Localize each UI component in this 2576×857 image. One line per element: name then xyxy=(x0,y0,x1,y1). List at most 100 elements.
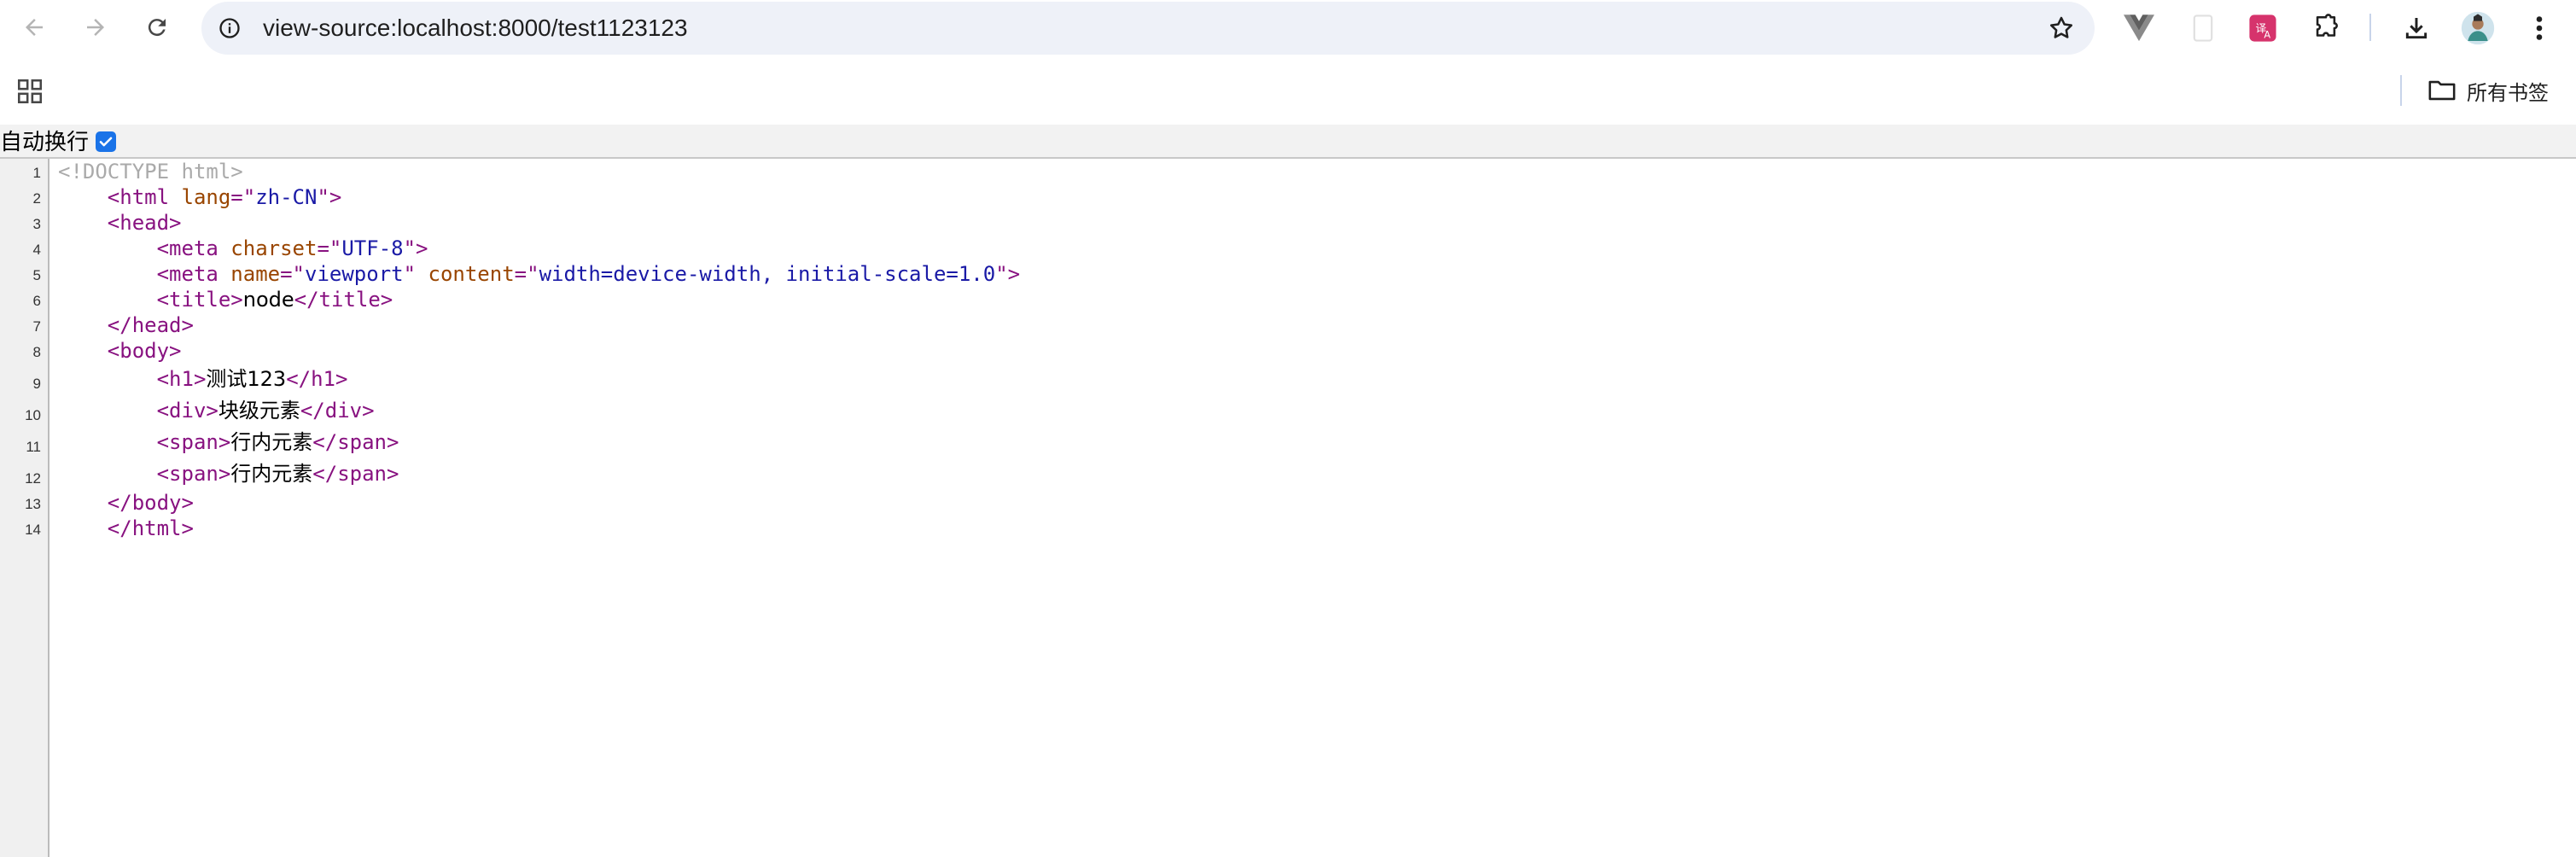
source-line: 6 <title>node</title> xyxy=(0,287,2576,312)
blank-extension-icon[interactable] xyxy=(2185,10,2221,46)
address-bar[interactable]: view-source:localhost:8000/test1123123 xyxy=(201,2,2095,55)
reload-button[interactable] xyxy=(138,9,176,46)
all-bookmarks-button[interactable]: 所有书签 xyxy=(2427,68,2549,113)
token-tag: <div> xyxy=(156,399,219,423)
line-content: <h1>测试123</h1> xyxy=(58,364,348,395)
bookmarks-separator xyxy=(2400,75,2402,106)
all-bookmarks-label: 所有书签 xyxy=(2467,81,2549,105)
line-number: 2 xyxy=(32,190,41,207)
source-line: 13 </body> xyxy=(0,490,2576,516)
token-tag: <html xyxy=(107,185,182,209)
token-tag: " xyxy=(403,262,428,286)
token-tag: =" xyxy=(230,185,256,209)
token-plain: 块级元素 xyxy=(218,399,300,423)
profile-avatar[interactable] xyxy=(2460,10,2496,46)
token-plain: 行内元素 xyxy=(230,430,313,454)
checkmark-icon xyxy=(99,137,113,147)
source-line: 5 <meta name="viewport" content="width=d… xyxy=(0,261,2576,287)
token-tag: <span> xyxy=(156,462,231,486)
token-tag: "> xyxy=(995,262,1021,286)
source-line: 8 <body> xyxy=(0,338,2576,364)
toolbar-separator xyxy=(2369,14,2371,41)
token-val: width=device-width, initial-scale=1.0 xyxy=(539,262,996,286)
token-tag: <meta xyxy=(156,236,231,260)
source-line: 7 </head> xyxy=(0,312,2576,338)
token-attr: charset xyxy=(230,236,318,260)
apps-grid-icon[interactable] xyxy=(15,77,44,106)
token-val: zh-CN xyxy=(255,185,318,209)
source-line: 10 <div>块级元素</div> xyxy=(0,395,2576,427)
token-tag: </body> xyxy=(107,491,194,515)
line-number: 6 xyxy=(32,293,41,309)
line-content: <meta charset="UTF-8"> xyxy=(58,236,428,261)
source-code-view: 1 <!DOCTYPE html> 2 <html lang="zh-CN"> 3 <… xyxy=(0,159,2576,541)
back-arrow-icon xyxy=(26,19,43,36)
line-content: </html> xyxy=(58,516,194,541)
token-plain: 测试123 xyxy=(206,367,287,391)
token-doctype: <!DOCTYPE html> xyxy=(58,160,243,184)
line-number: 1 xyxy=(32,165,41,181)
token-attr: content xyxy=(428,262,515,286)
bookmarks-bar: 所有书签 xyxy=(0,56,2576,125)
bookmark-star-icon[interactable] xyxy=(2045,12,2078,44)
line-number: 5 xyxy=(32,267,41,283)
svg-text:A: A xyxy=(2264,28,2270,40)
token-tag: =" xyxy=(280,262,305,286)
vue-devtools-extension-icon[interactable] xyxy=(2121,10,2157,46)
token-tag: </head> xyxy=(107,313,194,337)
token-tag: "> xyxy=(317,185,342,209)
browser-toolbar: view-source:localhost:8000/test1123123 译… xyxy=(0,0,2576,56)
token-tag: <span> xyxy=(156,430,231,454)
token-tag: <body> xyxy=(107,339,182,363)
token-tag: <title> xyxy=(156,288,243,312)
token-tag: <head> xyxy=(107,211,182,235)
source-line: 9 <h1>测试123</h1> xyxy=(0,364,2576,395)
line-content: </head> xyxy=(58,312,194,338)
back-button[interactable] xyxy=(15,9,53,46)
token-attr: lang xyxy=(181,185,231,209)
line-content: <span>行内元素</span> xyxy=(58,458,399,490)
downloads-icon[interactable] xyxy=(2398,10,2434,46)
token-tag: </span> xyxy=(312,430,399,454)
extensions-puzzle-icon[interactable] xyxy=(2308,10,2344,46)
token-tag: <h1> xyxy=(156,367,207,391)
line-wrap-checkbox[interactable] xyxy=(96,131,117,152)
source-line: 11 <span>行内元素</span> xyxy=(0,427,2576,458)
token-tag: </title> xyxy=(294,288,393,312)
source-line: 12 <span>行内元素</span> xyxy=(0,458,2576,490)
source-line: 14 </html> xyxy=(0,516,2576,541)
source-line: 2 <html lang="zh-CN"> xyxy=(0,184,2576,210)
line-number: 7 xyxy=(32,318,41,335)
forward-button[interactable] xyxy=(77,9,114,46)
line-content: <title>node</title> xyxy=(58,287,393,312)
line-wrap-bar: 自动换行 xyxy=(0,125,2576,159)
token-tag: =" xyxy=(317,236,342,260)
source-line: 4 <meta charset="UTF-8"> xyxy=(0,236,2576,261)
line-number: 4 xyxy=(32,242,41,258)
line-content: </body> xyxy=(58,490,194,516)
token-val: UTF-8 xyxy=(341,236,404,260)
line-wrap-toggle[interactable]: 自动换行 xyxy=(0,128,117,155)
translate-extension-icon[interactable]: 译A xyxy=(2245,10,2281,46)
url-text[interactable]: view-source:localhost:8000/test1123123 xyxy=(263,2,688,55)
token-tag: </div> xyxy=(300,399,375,423)
source-line: 3 <head> xyxy=(0,210,2576,236)
forward-arrow-icon xyxy=(87,19,104,36)
token-tag: </h1> xyxy=(286,367,348,391)
line-number: 14 xyxy=(25,522,41,538)
token-tag: </span> xyxy=(312,462,399,486)
site-info-icon[interactable] xyxy=(215,14,244,43)
menu-kebab-icon[interactable] xyxy=(2521,10,2557,46)
token-tag: "> xyxy=(403,236,428,260)
